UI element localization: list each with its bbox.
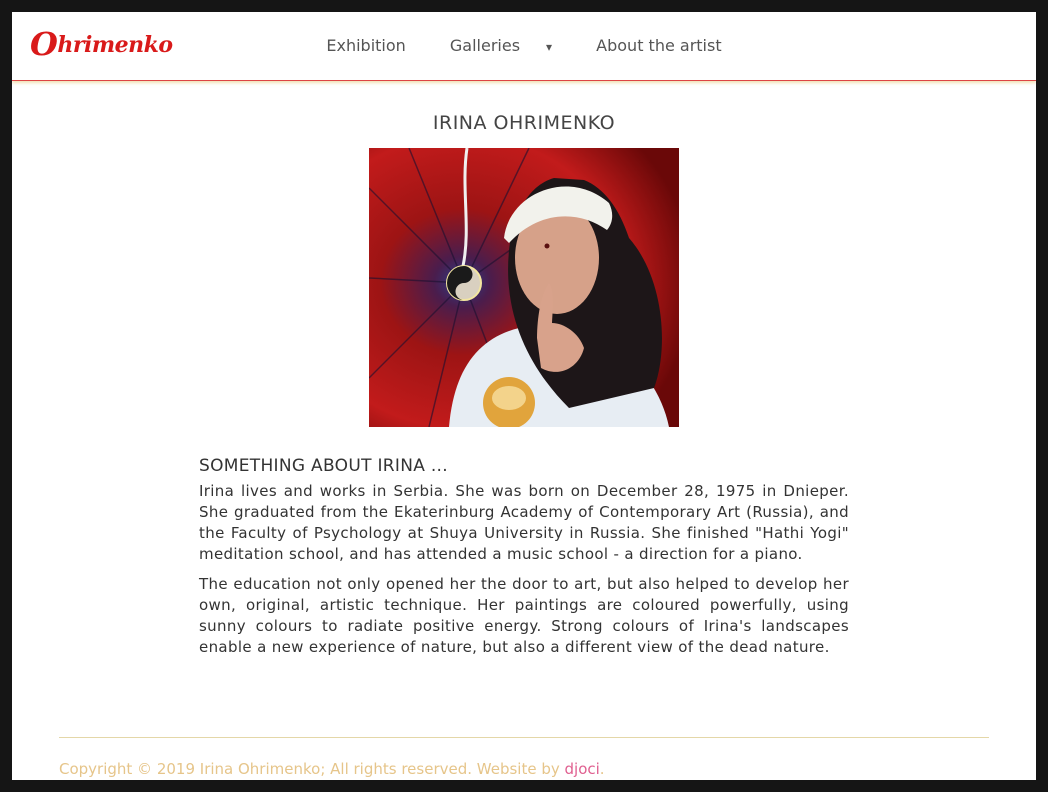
artist-portrait (369, 148, 679, 427)
copyright-text: Copyright © 2019 Irina Ohrimenko; All ri… (59, 760, 565, 778)
main-nav: Exhibition Galleries ▾ About the artist (12, 36, 1036, 55)
browser-viewport: Ohrimenko Exhibition Galleries ▾ About th… (12, 12, 1036, 780)
portrait-illustration (369, 148, 679, 427)
nav-galleries-label: Galleries (449, 36, 521, 55)
footer-end: . (599, 760, 605, 778)
footer-divider (59, 737, 989, 738)
chevron-down-icon: ▾ (546, 40, 553, 54)
navbar: Ohrimenko Exhibition Galleries ▾ About th… (12, 12, 1036, 81)
nav-galleries[interactable]: Galleries ▾ (437, 36, 565, 55)
credit-link[interactable]: djoci (565, 760, 600, 778)
section-heading: SOMETHING ABOUT IRINA ... (199, 456, 448, 476)
page-title: IRINA OHRIMENKO (432, 112, 616, 134)
nav-exhibition[interactable]: Exhibition (326, 36, 405, 55)
bio-paragraph-1: Irina lives and works in Serbia. She was… (199, 482, 849, 563)
bio-paragraph-2: The education not only opened her the do… (199, 575, 849, 656)
nav-about[interactable]: About the artist (596, 36, 721, 55)
footer: Copyright © 2019 Irina Ohrimenko; All ri… (59, 760, 605, 778)
